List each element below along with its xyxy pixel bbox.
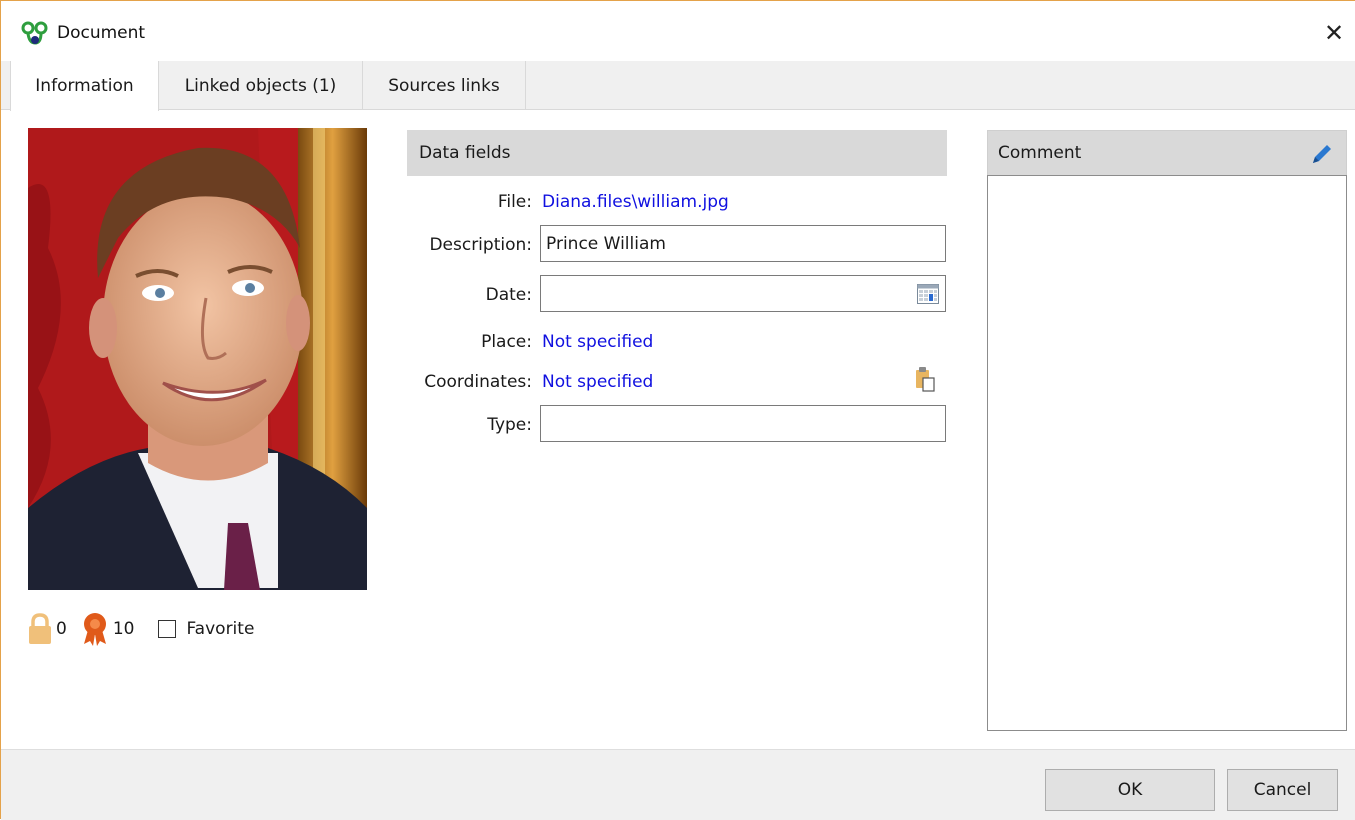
app-logo-icon <box>21 21 48 45</box>
coordinates-label: Coordinates: <box>424 372 532 392</box>
comment-title: Comment <box>998 143 1082 163</box>
portrait-photo <box>28 128 367 590</box>
tab-strip: Information Linked objects (1) Sources l… <box>1 61 1355 111</box>
description-input[interactable]: Prince William <box>540 225 946 262</box>
close-button[interactable]: ✕ <box>1312 13 1355 53</box>
close-icon: ✕ <box>1323 19 1345 47</box>
date-label: Date: <box>485 285 532 305</box>
comment-header: Comment <box>987 130 1347 176</box>
type-label: Type: <box>487 415 532 435</box>
tab-linked-objects[interactable]: Linked objects (1) <box>159 61 363 110</box>
type-input[interactable] <box>540 405 946 442</box>
favorite-label: Favorite <box>186 619 255 639</box>
document-window: Document ✕ Information Linked objects (1… <box>0 0 1355 820</box>
tab-information[interactable]: Information <box>10 61 159 111</box>
stats-row: 0 10 Favorite <box>28 611 254 647</box>
file-link[interactable]: Diana.files\william.jpg <box>542 192 729 212</box>
data-fields-header: Data fields <box>407 130 947 176</box>
lock-icon <box>29 613 51 644</box>
award-count: 10 <box>112 619 135 639</box>
description-value: Prince William <box>546 233 666 254</box>
favorite-checkbox[interactable] <box>158 620 177 638</box>
award-icon <box>83 613 106 646</box>
ok-button[interactable]: OK <box>1045 769 1215 811</box>
file-label: File: <box>497 192 532 212</box>
pencil-edit-icon[interactable] <box>1310 142 1334 166</box>
lock-count: 0 <box>56 619 67 639</box>
paste-icon[interactable] <box>915 366 935 392</box>
calendar-icon[interactable] <box>917 284 939 304</box>
date-input[interactable] <box>540 275 946 312</box>
window-title: Document <box>57 23 146 43</box>
comment-textarea[interactable] <box>987 175 1347 731</box>
cancel-button[interactable]: Cancel <box>1227 769 1338 811</box>
title-bar: Document ✕ <box>1 1 1355 61</box>
tab-sources-links[interactable]: Sources links <box>363 61 526 110</box>
dialog-footer: OK Cancel <box>1 749 1355 820</box>
place-label: Place: <box>481 332 532 352</box>
description-label: Description: <box>429 235 532 255</box>
coordinates-link[interactable]: Not specified <box>542 372 653 392</box>
place-link[interactable]: Not specified <box>542 332 653 352</box>
